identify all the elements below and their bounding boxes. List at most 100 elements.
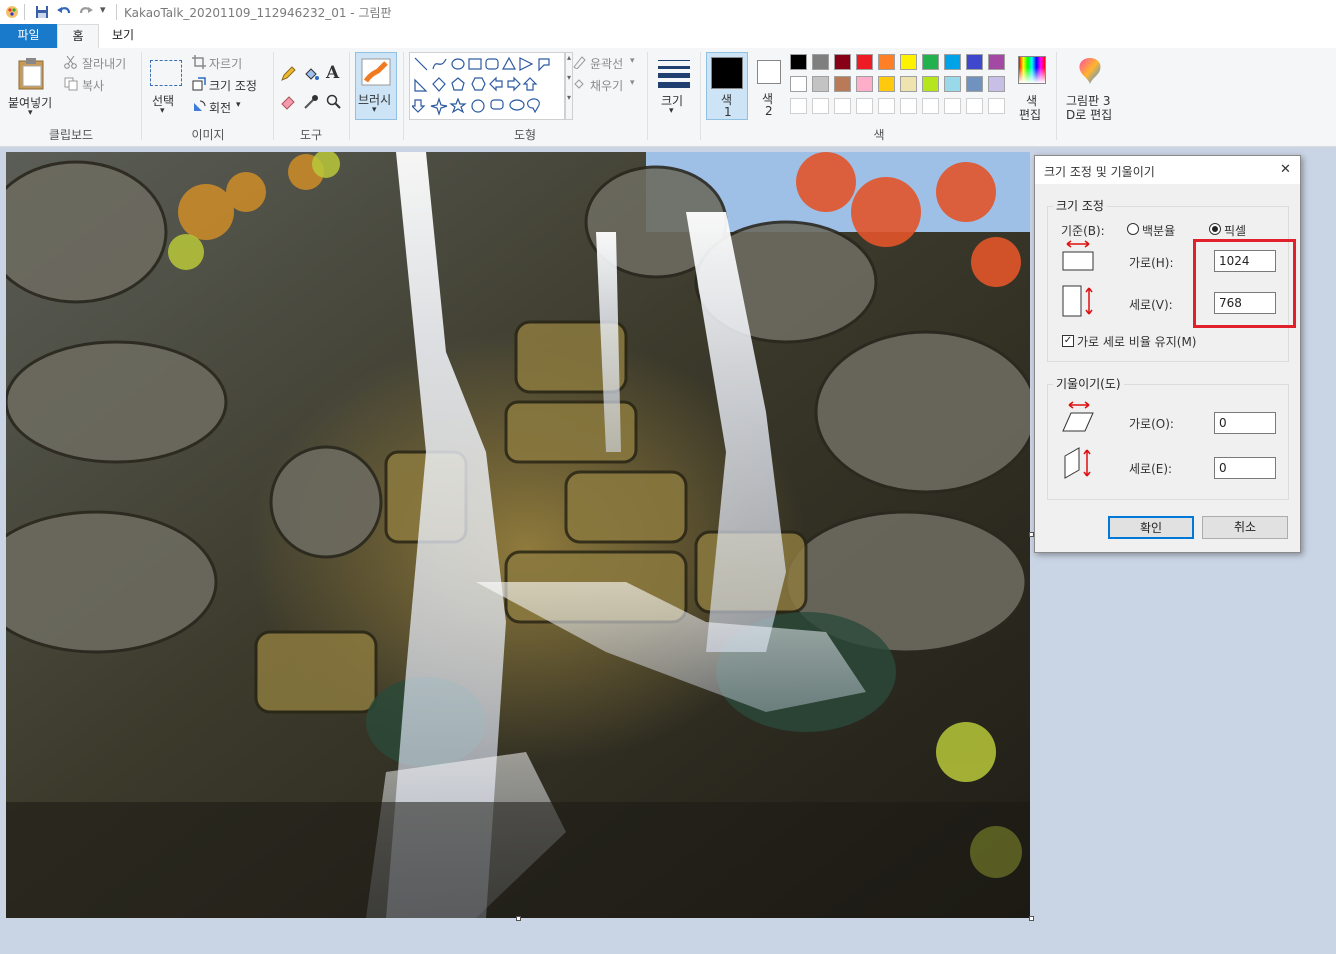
paste-button[interactable]: 붙여넣기 ▾ — [4, 52, 60, 122]
palette-color-swatch[interactable] — [878, 76, 895, 92]
color-picker-icon[interactable] — [303, 94, 319, 110]
palette-empty-swatch[interactable] — [944, 98, 961, 114]
resize-legend: 크기 조정 — [1053, 197, 1107, 214]
ribbon-divider — [647, 52, 648, 140]
ribbon-divider — [1056, 52, 1057, 140]
palette-color-swatch[interactable] — [856, 54, 873, 70]
size-button[interactable]: 크기 ▾ — [653, 52, 695, 122]
palette-empty-swatch[interactable] — [878, 98, 895, 114]
color1-swatch — [711, 57, 743, 89]
cut-button[interactable]: 잘라내기 — [64, 54, 142, 72]
tab-file[interactable]: 파일 — [0, 24, 57, 48]
palette-color-swatch[interactable] — [966, 54, 983, 70]
crop-label: 자르기 — [209, 57, 243, 71]
selection-marquee-icon — [150, 60, 182, 86]
fill-bucket-icon[interactable] — [303, 66, 319, 82]
shapes-group-label: 도형 — [513, 128, 537, 142]
ribbon-divider — [700, 52, 701, 140]
percent-radio-label[interactable]: 백분율 — [1142, 222, 1175, 239]
rotate-icon — [194, 100, 206, 111]
dialog-close-icon[interactable]: ✕ — [1280, 162, 1291, 177]
palette-empty-swatch[interactable] — [966, 98, 983, 114]
canvas-resize-handle-corner[interactable] — [1029, 916, 1034, 921]
palette-empty-swatch[interactable] — [922, 98, 939, 114]
palette-color-swatch[interactable] — [790, 54, 807, 70]
fill-icon — [574, 79, 584, 89]
brush-icon — [361, 58, 391, 86]
edit-with-paint3d-button[interactable]: 그림판 3 D로 편집 — [1062, 52, 1120, 122]
quick-access-dropdown[interactable]: ▾ — [100, 3, 106, 16]
text-tool-icon[interactable]: A — [326, 63, 339, 83]
palette-empty-swatch[interactable] — [812, 98, 829, 114]
outline-button[interactable]: 윤곽선 ▾ — [572, 54, 652, 72]
rotate-label: 회전 — [209, 101, 232, 115]
tab-view[interactable]: 보기 — [103, 24, 143, 48]
dialog-title: 크기 조정 및 기울이기 — [1044, 165, 1155, 179]
edit-colors-button[interactable]: 색 편집 — [1014, 52, 1050, 122]
keep-ratio-checkbox[interactable]: ✓ — [1062, 335, 1074, 347]
palette-color-swatch[interactable] — [834, 76, 851, 92]
palette-empty-swatch[interactable] — [834, 98, 851, 114]
size-line-4 — [658, 82, 690, 88]
keep-ratio-label[interactable]: 가로 세로 비율 유지(M) — [1077, 333, 1196, 350]
select-button[interactable]: 선택 ▾ — [146, 52, 186, 122]
palette-color-swatch[interactable] — [966, 76, 983, 92]
ribbon-divider — [403, 52, 404, 140]
canvas-image[interactable] — [6, 152, 1030, 918]
select-dropdown-arrow: ▾ — [160, 106, 165, 116]
palette-color-swatch[interactable] — [944, 76, 961, 92]
copy-button[interactable]: 복사 — [64, 76, 142, 94]
fill-label: 채우기 — [590, 79, 624, 93]
resize-button[interactable]: 크기 조정 — [192, 76, 268, 94]
palette-color-swatch[interactable] — [878, 54, 895, 70]
colors-group-label: 색 — [873, 128, 885, 142]
color1-button[interactable]: 색 1 — [706, 52, 748, 120]
rotate-dropdown-arrow: ▾ — [236, 100, 241, 110]
palette-color-swatch[interactable] — [900, 54, 917, 70]
ok-button[interactable]: 확인 — [1108, 516, 1194, 539]
copy-icon — [64, 77, 78, 91]
pixel-radio-label[interactable]: 픽셀 — [1224, 222, 1246, 239]
palette-color-swatch[interactable] — [834, 54, 851, 70]
palette-color-swatch[interactable] — [856, 76, 873, 92]
pencil-icon[interactable] — [280, 66, 296, 82]
undo-icon[interactable] — [56, 4, 72, 20]
outline-icon — [573, 56, 586, 69]
cancel-button[interactable]: 취소 — [1202, 516, 1288, 539]
skew-horizontal-input[interactable]: 0 — [1214, 412, 1276, 434]
palette-empty-swatch[interactable] — [790, 98, 807, 114]
scissors-icon — [64, 55, 77, 69]
palette-color-swatch[interactable] — [812, 76, 829, 92]
palette-empty-swatch[interactable] — [856, 98, 873, 114]
resize-label: 크기 조정 — [209, 79, 257, 93]
palette-color-swatch[interactable] — [944, 54, 961, 70]
redo-icon[interactable] — [78, 4, 94, 20]
pixel-radio[interactable] — [1209, 223, 1221, 235]
palette-color-swatch[interactable] — [988, 76, 1005, 92]
tab-home[interactable]: 홈 — [57, 24, 99, 49]
palette-empty-swatch[interactable] — [900, 98, 917, 114]
palette-color-swatch[interactable] — [812, 54, 829, 70]
color2-button[interactable]: 색 2 — [752, 52, 786, 120]
palette-color-swatch[interactable] — [790, 76, 807, 92]
canvas-resize-handle-bottom[interactable] — [516, 916, 521, 921]
palette-empty-swatch[interactable] — [988, 98, 1005, 114]
palette-color-swatch[interactable] — [988, 54, 1005, 70]
palette-color-swatch[interactable] — [922, 76, 939, 92]
magnifier-icon[interactable] — [326, 94, 342, 110]
shapes-gallery[interactable] — [409, 52, 565, 120]
palette-color-swatch[interactable] — [900, 76, 917, 92]
crop-button[interactable]: 자르기 — [192, 54, 268, 72]
fill-button[interactable]: 채우기 ▾ — [572, 76, 652, 94]
rotate-button[interactable]: 회전 ▾ — [192, 98, 268, 116]
skew-vertical-input[interactable]: 0 — [1214, 457, 1276, 479]
brush-button[interactable]: 브러시 ▾ — [355, 52, 397, 120]
palette-color-swatch[interactable] — [922, 54, 939, 70]
highlight-annotation — [1193, 239, 1296, 328]
percent-radio[interactable] — [1127, 223, 1139, 235]
eraser-icon[interactable] — [280, 94, 296, 110]
cut-label: 잘라내기 — [82, 57, 127, 71]
save-icon[interactable] — [34, 4, 50, 20]
shapes-icons — [412, 56, 550, 116]
color-spectrum-icon — [1018, 56, 1046, 84]
